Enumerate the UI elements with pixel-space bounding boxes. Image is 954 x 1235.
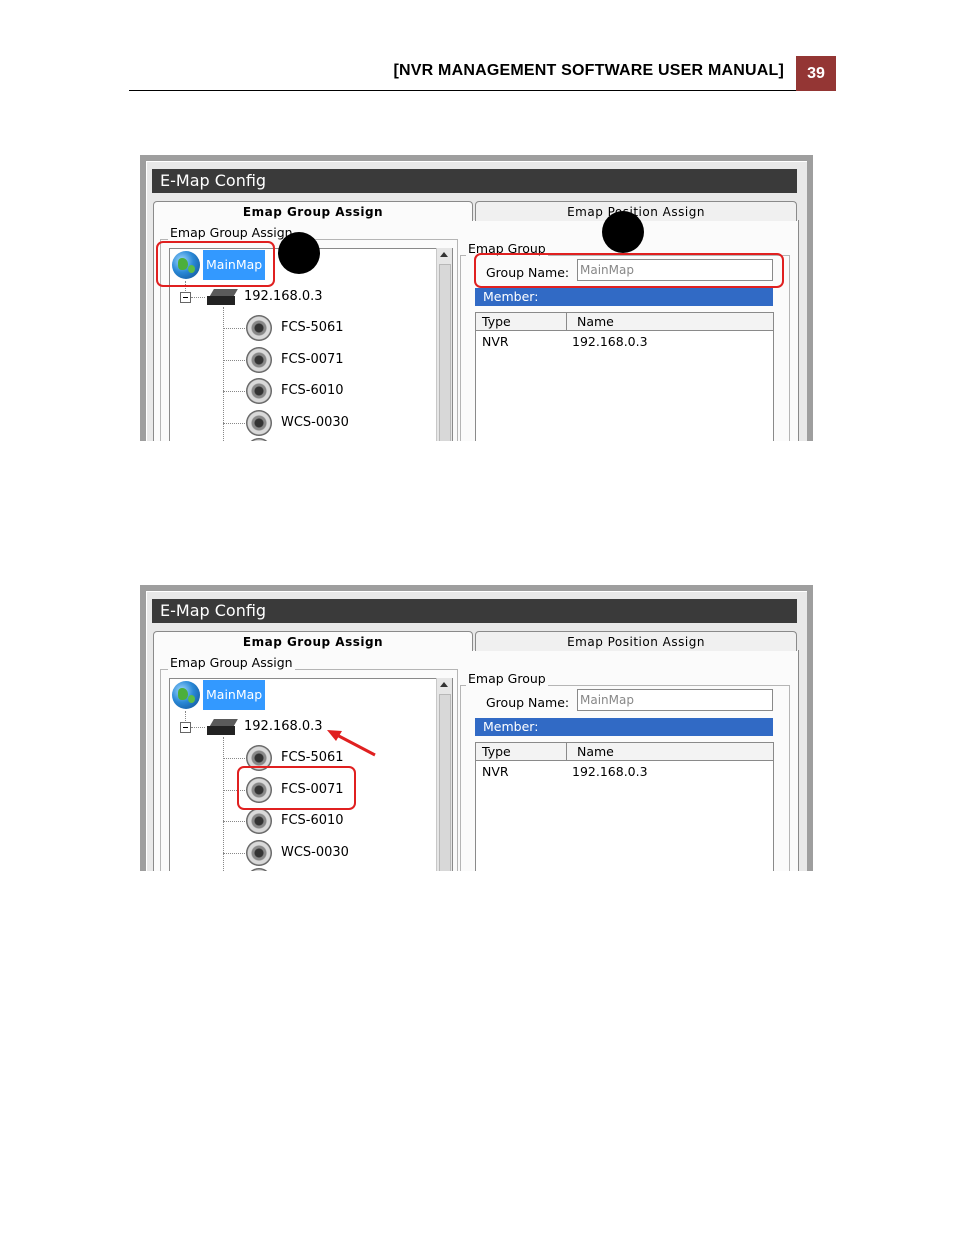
manual-header-title: [NVR MANAGEMENT SOFTWARE USER MANUAL] xyxy=(393,62,784,79)
camera-icon xyxy=(246,347,272,373)
camera-icon xyxy=(246,840,272,866)
emap-group-label: Emap Group xyxy=(466,671,548,686)
nvr-device-icon xyxy=(207,719,238,735)
member-list[interactable]: Type Name NVR 192.168.0.3 xyxy=(475,312,774,441)
camera-icon xyxy=(246,808,272,834)
cell-type: NVR xyxy=(482,764,509,779)
column-header-name[interactable]: Name xyxy=(567,313,773,331)
highlight-box xyxy=(156,241,275,287)
tree-node-camera[interactable]: FCS-6010 xyxy=(281,813,344,828)
tree-connector xyxy=(223,853,245,854)
annotation-arrow-icon xyxy=(327,730,376,757)
tree-scrollbar[interactable] xyxy=(436,248,452,441)
nvr-device-icon xyxy=(207,289,238,305)
tree-node-nvr[interactable]: 192.168.0.3 xyxy=(244,289,323,304)
emap-config-screenshot-2: E-Map Config Emap Group Assign Emap Posi… xyxy=(140,585,813,871)
tree-node-camera[interactable]: WCS-0030 xyxy=(281,415,349,430)
column-header-type[interactable]: Type xyxy=(476,313,567,331)
globe-icon xyxy=(172,681,200,709)
group-name-label: Group Name: xyxy=(486,695,570,710)
camera-icon xyxy=(246,315,272,341)
column-header-type[interactable]: Type xyxy=(476,743,567,761)
tree-connector xyxy=(223,423,245,424)
page-number-badge: 39 xyxy=(796,56,836,91)
step-marker xyxy=(602,211,644,253)
tree-connector xyxy=(223,391,245,392)
tree-node-camera[interactable]: FCS-0071 xyxy=(281,352,344,367)
tab-emap-group-assign[interactable]: Emap Group Assign xyxy=(153,631,473,651)
collapse-toggle-icon[interactable] xyxy=(180,722,191,733)
tree-node-camera[interactable]: FCS-5061 xyxy=(281,320,344,335)
tab-emap-group-assign[interactable]: Emap Group Assign xyxy=(153,201,473,221)
scroll-thumb[interactable] xyxy=(439,694,451,871)
cell-name: 192.168.0.3 xyxy=(572,764,648,779)
tree-connector xyxy=(223,360,245,361)
scroll-up-arrow-icon[interactable] xyxy=(440,252,448,257)
cell-type: NVR xyxy=(482,334,509,349)
tree-connector xyxy=(191,297,205,298)
tree-connector xyxy=(223,758,245,759)
highlight-box xyxy=(237,766,356,810)
arrow-shaft xyxy=(334,732,376,757)
scroll-up-arrow-icon[interactable] xyxy=(440,682,448,687)
collapse-toggle-icon[interactable] xyxy=(180,292,191,303)
step-marker xyxy=(278,232,320,274)
member-header: Member: xyxy=(475,718,773,736)
window-title: E-Map Config xyxy=(152,169,797,193)
camera-icon xyxy=(246,378,272,404)
scroll-thumb[interactable] xyxy=(439,264,451,441)
highlight-box xyxy=(474,253,784,288)
tab-emap-position-assign[interactable]: Emap Position Assign xyxy=(475,631,797,651)
camera-icon xyxy=(246,410,272,436)
tree-connector xyxy=(223,821,245,822)
tree-scrollbar[interactable] xyxy=(436,678,452,871)
emap-config-screenshot-1: E-Map Config Emap Group Assign Emap Posi… xyxy=(140,155,813,441)
tree-groupbox-label: Emap Group Assign xyxy=(168,655,295,670)
tree-connector xyxy=(223,328,245,329)
tree-connector xyxy=(191,727,205,728)
member-header: Member: xyxy=(475,288,773,306)
tree-node-camera[interactable]: WCS-0030 xyxy=(281,845,349,860)
tree-node-camera[interactable]: FCS-6010 xyxy=(281,383,344,398)
column-header-name[interactable]: Name xyxy=(567,743,773,761)
header-rule xyxy=(129,90,796,91)
tree-node-nvr[interactable]: 192.168.0.3 xyxy=(244,719,323,734)
window-title: E-Map Config xyxy=(152,599,797,623)
tree-groupbox-label: Emap Group Assign xyxy=(168,225,295,240)
cell-name: 192.168.0.3 xyxy=(572,334,648,349)
group-name-field[interactable]: MainMap xyxy=(577,689,773,711)
tree-node-mainmap[interactable]: MainMap xyxy=(203,680,266,710)
member-list[interactable]: Type Name NVR 192.168.0.3 xyxy=(475,742,774,871)
